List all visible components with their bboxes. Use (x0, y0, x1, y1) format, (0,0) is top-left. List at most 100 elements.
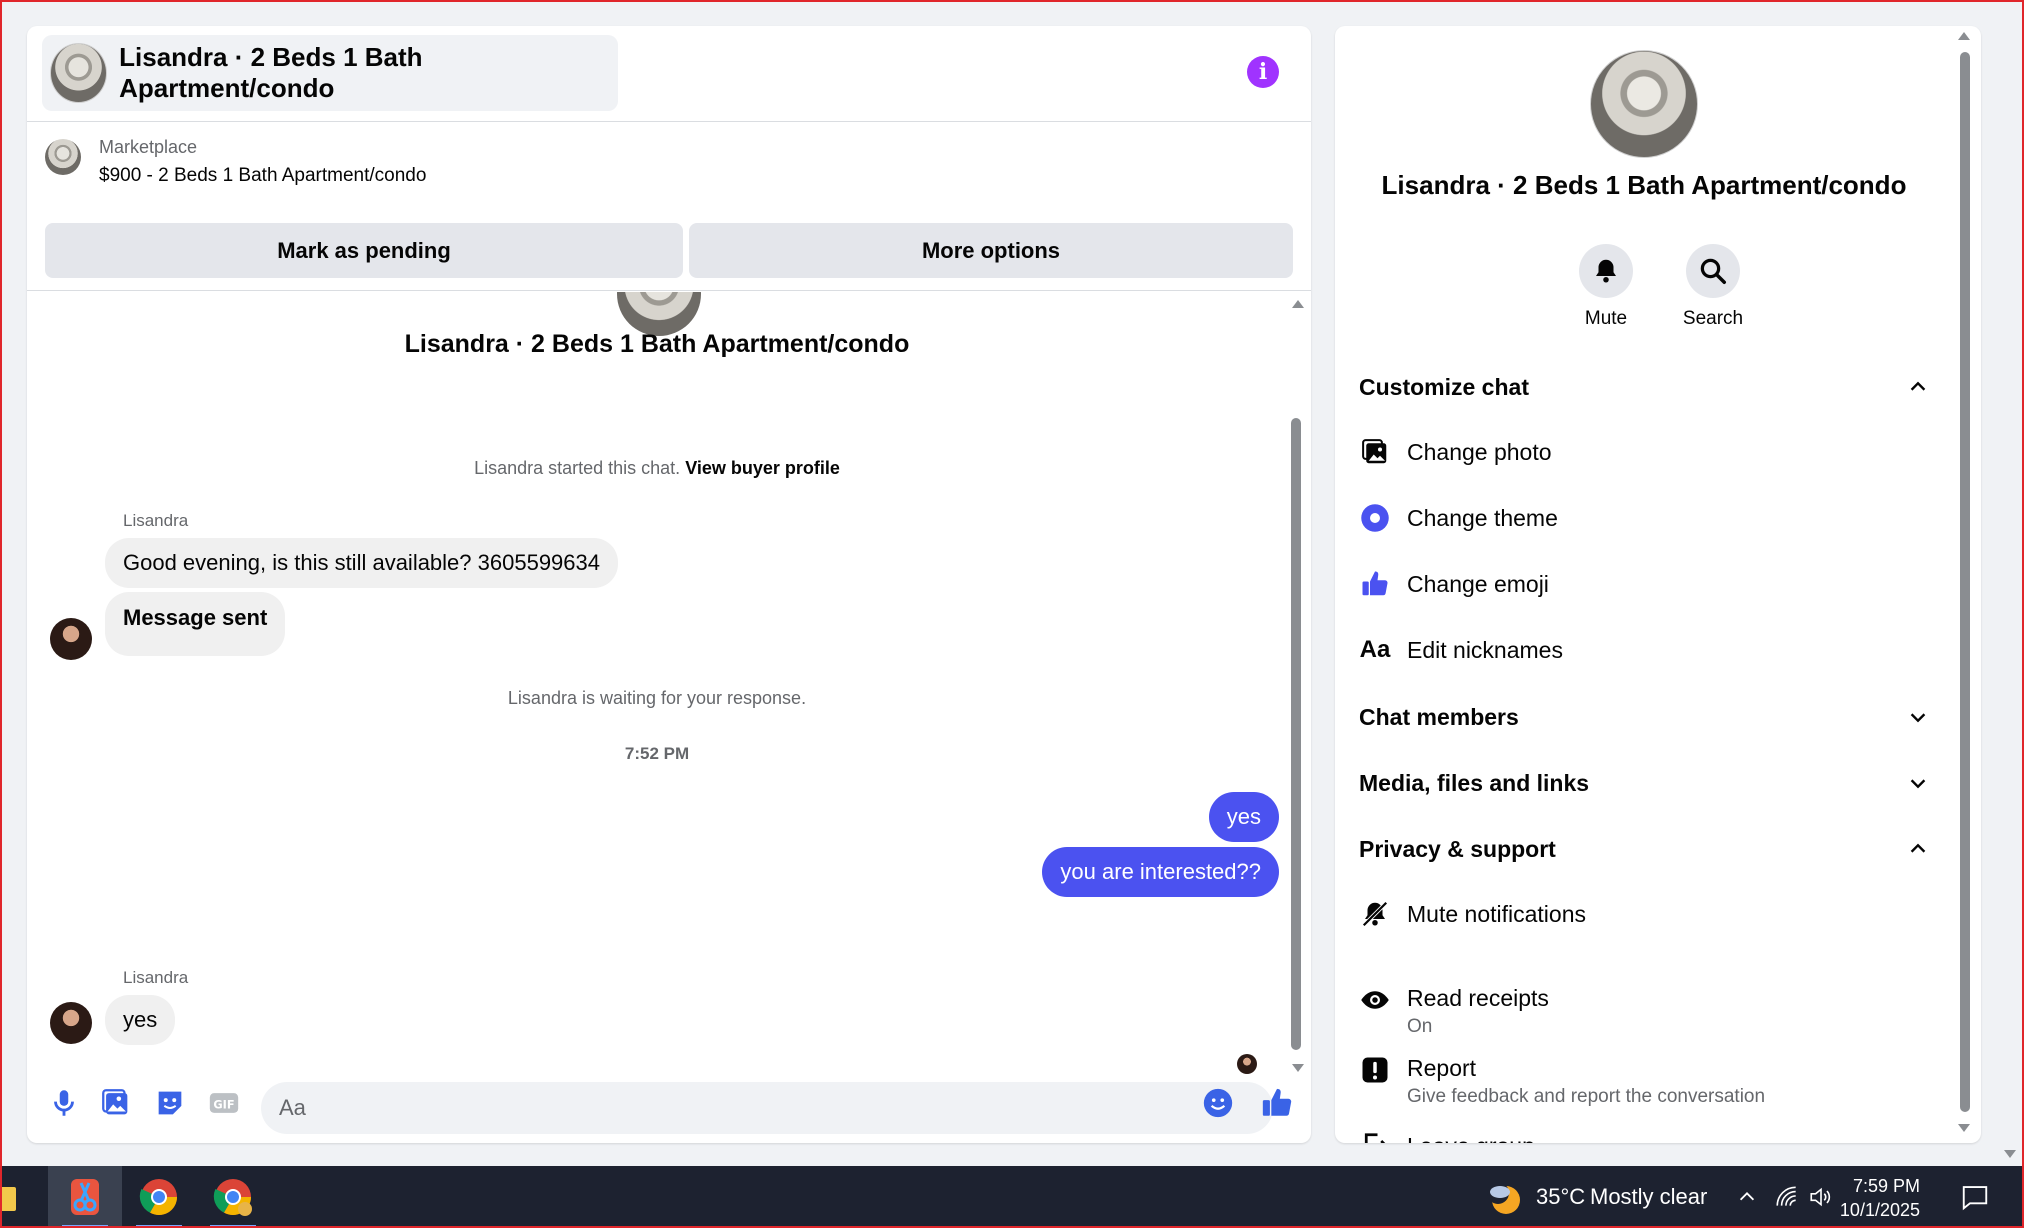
chat-title: Lisandra · 2 Beds 1 Bath Apartment/condo (119, 42, 423, 103)
weather-moon-icon[interactable] (1484, 1178, 1524, 1218)
listing-thumbnail[interactable] (45, 139, 81, 175)
weather-temperature[interactable]: 35°C (1536, 1184, 1585, 1210)
nickname-aa-icon: Aa (1359, 636, 1391, 663)
leave-group-item[interactable]: Leave group (1359, 1130, 1929, 1143)
weather-description[interactable]: Mostly clear (1590, 1184, 1707, 1210)
chevron-up-icon (1910, 381, 1926, 391)
change-emoji-item[interactable]: Change emoji (1359, 568, 1929, 600)
menu-label: Mute notifications (1407, 901, 1586, 927)
menu-label: Read receipts (1407, 985, 1549, 1011)
read-receipts-item[interactable]: Read receipts On (1359, 982, 1929, 1040)
side-avatar[interactable] (1590, 50, 1698, 158)
view-buyer-profile-link[interactable]: View buyer profile (685, 458, 840, 478)
microphone-icon[interactable] (47, 1086, 81, 1120)
sender-name: Lisandra (123, 511, 189, 530)
change-photo-item[interactable]: Change photo (1359, 436, 1929, 468)
mark-pending-button[interactable]: Mark as pending (45, 223, 683, 278)
menu-sublabel: Give feedback and report the conversatio… (1407, 1086, 1766, 1107)
chrome-taskbar-icon[interactable] (122, 1166, 196, 1228)
menu-label: Change theme (1407, 505, 1558, 531)
scroll-thumb[interactable] (1960, 52, 1970, 1112)
clock-time: 7:59 PM (1852, 1176, 1920, 1196)
listing-avatar (50, 43, 108, 103)
message-text: yes (123, 1007, 158, 1032)
mute-button[interactable]: Mute (1566, 244, 1646, 330)
side-panel-scrollbar[interactable] (1958, 26, 1972, 1143)
menu-sublabel: On (1407, 1016, 1433, 1037)
conversation-info-panel: Lisandra · 2 Beds 1 Bath Apartment/condo… (1335, 26, 1981, 1143)
conversation-title: Lisandra · 2 Beds 1 Bath Apartment/condo (404, 330, 910, 358)
section-title: Customize chat (1359, 373, 1529, 400)
mute-notifications-item[interactable]: Mute notifications (1359, 898, 1929, 930)
mute-label: Mute (1584, 308, 1628, 329)
section-title: Media, files and links (1359, 769, 1590, 796)
notification-center-icon[interactable] (1960, 1182, 1990, 1212)
emoji-icon[interactable] (1201, 1086, 1235, 1120)
message-input[interactable] (261, 1082, 1273, 1134)
message-text: Good evening, is this still available? 3… (123, 550, 600, 575)
report-icon (1362, 1057, 1388, 1083)
theme-icon (1361, 504, 1389, 532)
chrome-profile-taskbar-icon[interactable] (196, 1166, 270, 1228)
scroll-up-arrow-icon[interactable] (1292, 300, 1304, 308)
chrome-icon (139, 1179, 177, 1216)
bell-off-icon (1362, 901, 1388, 927)
customize-chat-section[interactable]: Customize chat (1359, 362, 1929, 412)
page-scroll-down-arrow-icon[interactable] (2004, 1150, 2016, 1158)
attach-photo-icon[interactable] (99, 1086, 133, 1120)
side-scroll-up-arrow-icon[interactable] (1958, 32, 1970, 40)
marketplace-label: Marketplace (99, 137, 198, 157)
svg-text:GIF: GIF (213, 1098, 234, 1112)
marketplace-bar: Marketplace $900 - 2 Beds 1 Bath Apartme… (27, 123, 1311, 291)
thumbs-up-icon (1362, 571, 1388, 596)
eye-icon (1361, 991, 1389, 1009)
file-explorer-taskbar-icon[interactable] (0, 1166, 36, 1228)
chat-members-section[interactable]: Chat members (1359, 692, 1929, 742)
chrome-icon (213, 1179, 252, 1216)
system-clock[interactable]: 7:59 PM 10/1/2025 (1820, 1174, 1920, 1222)
search-button[interactable]: Search (1673, 244, 1753, 330)
bell-icon (1596, 259, 1616, 283)
message-timestamp: 7:52 PM (624, 744, 690, 763)
leave-icon (1364, 1133, 1386, 1143)
media-files-links-section[interactable]: Media, files and links (1359, 758, 1929, 808)
change-theme-item[interactable]: Change theme (1359, 502, 1929, 534)
scroll-thumb[interactable] (1291, 418, 1301, 1050)
snipping-tool-taskbar-icon[interactable] (48, 1166, 122, 1228)
thumbs-up-icon[interactable] (1260, 1086, 1294, 1120)
incoming-message[interactable]: Message sent (105, 592, 286, 656)
message-list: Lisandra · 2 Beds 1 Bath Apartment/condo… (27, 292, 1287, 1082)
sender-avatar[interactable] (50, 1002, 92, 1044)
waiting-notice: Lisandra is waiting for your response. (507, 688, 807, 708)
section-title: Privacy & support (1359, 835, 1556, 862)
message-composer: GIF (27, 1066, 1311, 1143)
side-scroll-down-arrow-icon[interactable] (1958, 1124, 1970, 1132)
network-icon[interactable] (1774, 1184, 1800, 1210)
outgoing-message[interactable]: yes (1208, 792, 1279, 842)
info-icon[interactable]: i (1247, 56, 1279, 88)
report-item[interactable]: Report Give feedback and report the conv… (1359, 1052, 1929, 1110)
chevron-up-icon[interactable] (1736, 1186, 1758, 1208)
chat-title-button[interactable]: Lisandra · 2 Beds 1 Bath Apartment/condo (42, 35, 618, 111)
menu-label: Report (1407, 1055, 1477, 1081)
message-text: Message sent (123, 605, 268, 630)
chat-scrollbar[interactable] (1289, 296, 1304, 1076)
listing-price[interactable]: $900 - 2 Beds 1 Bath Apartment/condo (99, 165, 426, 187)
incoming-message[interactable]: yes (105, 995, 176, 1045)
chat-panel: Lisandra · 2 Beds 1 Bath Apartment/condo… (27, 26, 1311, 1143)
menu-label: Change emoji (1407, 571, 1549, 597)
privacy-support-section[interactable]: Privacy & support (1359, 824, 1929, 874)
sticker-icon[interactable] (153, 1086, 187, 1120)
more-options-button[interactable]: More options (689, 223, 1293, 278)
chevron-down-icon (1910, 713, 1926, 723)
search-icon (1700, 258, 1726, 284)
chat-header: Lisandra · 2 Beds 1 Bath Apartment/condo… (27, 26, 1311, 122)
photo-icon (1362, 439, 1387, 464)
outgoing-message[interactable]: you are interested?? (1042, 847, 1279, 897)
incoming-message[interactable]: Good evening, is this still available? 3… (105, 538, 618, 588)
gif-icon[interactable]: GIF (207, 1086, 241, 1120)
sender-avatar[interactable] (50, 618, 92, 660)
edit-nicknames-item[interactable]: Aa Edit nicknames (1359, 634, 1929, 666)
sender-name: Lisandra (123, 968, 189, 987)
started-text: Lisandra started this chat. (474, 458, 681, 478)
